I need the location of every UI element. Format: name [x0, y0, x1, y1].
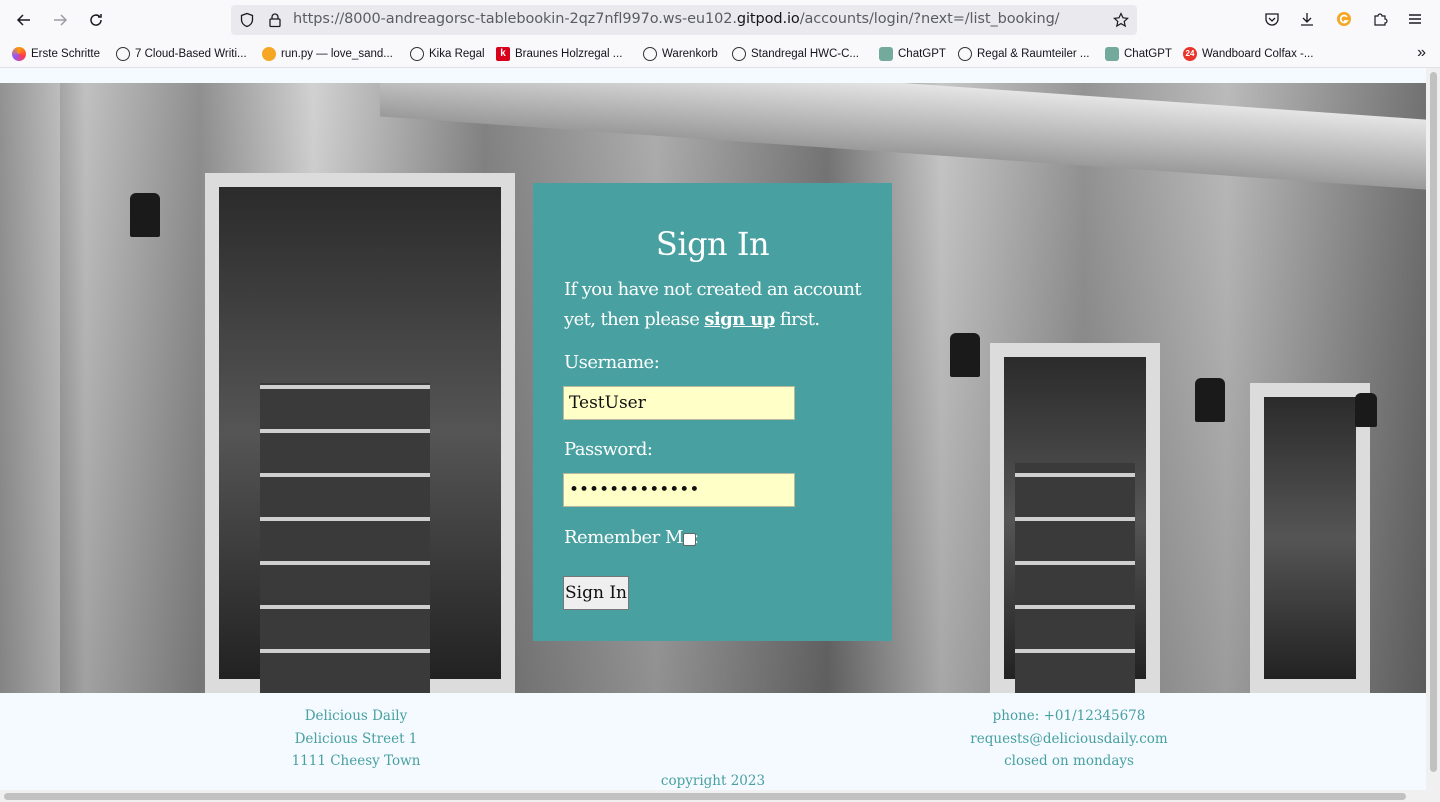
globe-icon [732, 47, 746, 61]
shield-icon[interactable] [239, 12, 255, 28]
bookmark-item[interactable]: k Braunes Holzregal ... [496, 45, 622, 63]
footer-line: 1111 Cheesy Town [291, 753, 421, 769]
lamp-decoration [950, 333, 980, 377]
footer-phone: phone: +01/12345678 [992, 708, 1146, 724]
bookmark-item[interactable]: Regal & Raumteiler ... [958, 45, 1090, 63]
bookmark-item[interactable]: Kika Regal [410, 45, 485, 63]
bookmark-item[interactable]: 7 Cloud-Based Writi... [116, 45, 247, 63]
forward-button[interactable] [48, 8, 72, 32]
firefox-icon [12, 47, 26, 61]
footer-line: Delicious Street 1 [294, 730, 418, 747]
hamburger-icon [1409, 14, 1421, 24]
lamp-decoration [130, 193, 160, 237]
downloads-button[interactable] [1298, 10, 1316, 28]
menu-button[interactable] [1406, 10, 1424, 28]
chatgpt-icon [1105, 47, 1119, 61]
footer-hours: closed on mondays [1004, 753, 1134, 769]
page-viewport: Sign In If you have not created an accou… [0, 68, 1426, 790]
window-pane-decoration [1015, 463, 1135, 693]
signin-card: Sign In If you have not created an accou… [533, 183, 892, 641]
footer-copyright: copyright 2023 [660, 773, 766, 789]
wall-decoration [0, 83, 60, 693]
roof-decoration [380, 83, 1426, 190]
chatgpt-icon [879, 47, 893, 61]
scrollbar-thumb[interactable] [4, 793, 1406, 800]
reload-icon [90, 14, 102, 26]
run-icon [262, 47, 276, 61]
lock-icon[interactable] [267, 12, 283, 28]
back-button[interactable] [12, 8, 36, 32]
url-bar[interactable]: https://8000-andreagorsc-tablebookin-2qz… [231, 5, 1137, 35]
star-icon[interactable] [1113, 12, 1129, 28]
window-pane-decoration [260, 383, 430, 693]
signup-link[interactable]: sign up [704, 309, 775, 330]
password-label: Password: [564, 439, 653, 460]
bookmarks-bar: Erste Schritte 7 Cloud-Based Writi... ru… [0, 40, 1440, 68]
scrollbar-thumb[interactable] [1430, 72, 1437, 772]
bookmark-item[interactable]: ChatGPT [879, 45, 946, 63]
window-decoration [1250, 383, 1370, 693]
globe-icon [643, 47, 657, 61]
k-icon: k [496, 47, 510, 61]
footer-address: Delicious Daily Delicious Street 1 1111 … [256, 705, 456, 773]
extensions-button[interactable] [1371, 10, 1389, 28]
footer-contact: phone: +01/12345678 requests@deliciousda… [959, 705, 1179, 773]
bookmark-item[interactable]: run.py — love_sand... [262, 45, 393, 63]
bookmark-item[interactable]: ChatGPT [1105, 45, 1172, 63]
footer-line: Delicious Daily [304, 708, 408, 724]
lamp-decoration [1195, 378, 1225, 422]
username-input[interactable] [563, 386, 795, 420]
arrow-left-icon [16, 14, 30, 26]
lamp-decoration [1355, 393, 1377, 427]
extension-g-icon [1337, 12, 1351, 26]
url-text[interactable]: https://8000-andreagorsc-tablebookin-2qz… [293, 11, 1060, 27]
puzzle-icon [1374, 13, 1388, 26]
download-icon [1301, 13, 1313, 26]
reload-button[interactable] [84, 8, 108, 32]
bookmark-item[interactable]: Standregal HWC-C... [732, 45, 859, 63]
bookmark-item[interactable]: 24 Wandboard Colfax -... [1183, 45, 1313, 63]
browser-toolbar: https://8000-andreagorsc-tablebookin-2qz… [0, 0, 1440, 40]
globe-icon [410, 47, 424, 61]
remember-me-label: Remember Me: [564, 527, 699, 548]
username-label: Username: [564, 352, 660, 373]
top-strip [0, 68, 1426, 83]
bookmarks-overflow-chevron-icon[interactable]: » [1417, 44, 1426, 62]
bookmark-item[interactable]: Warenkorb [643, 45, 718, 63]
horizontal-scrollbar[interactable] [0, 790, 1440, 802]
footer: Delicious Daily Delicious Street 1 1111 … [0, 693, 1426, 790]
24-icon: 24 [1183, 47, 1197, 61]
remember-me-checkbox[interactable] [683, 533, 696, 546]
signin-button[interactable]: Sign In [563, 576, 629, 610]
page-title: Sign In [655, 225, 770, 263]
footer-email: requests@deliciousdaily.com [970, 730, 1168, 747]
bookmark-item[interactable]: Erste Schritte [12, 45, 100, 63]
globe-icon [958, 47, 972, 61]
extension-g-button[interactable] [1335, 10, 1353, 28]
password-input[interactable] [563, 473, 795, 507]
pocket-button[interactable] [1263, 10, 1281, 28]
signin-intro: If you have not created an account yet, … [564, 279, 862, 330]
vertical-scrollbar[interactable] [1426, 68, 1440, 790]
globe-icon [116, 47, 130, 61]
arrow-right-icon [54, 14, 68, 26]
pocket-icon [1265, 13, 1279, 26]
